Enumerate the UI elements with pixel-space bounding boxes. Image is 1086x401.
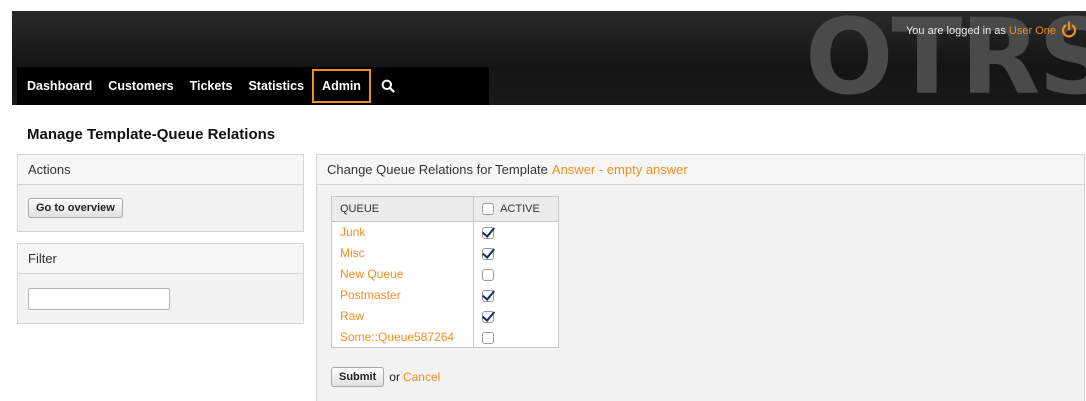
active-checkbox[interactable] [482, 268, 494, 281]
table-row: New Queue [331, 263, 559, 285]
go-to-overview-button[interactable]: Go to overview [28, 198, 123, 218]
queue-link[interactable]: Raw [340, 309, 364, 323]
user-name-link[interactable]: User One [1009, 25, 1056, 37]
nav-dashboard[interactable]: Dashboard [19, 69, 100, 103]
nav-customers[interactable]: Customers [100, 69, 181, 103]
form-actions: Submit or Cancel [331, 367, 440, 387]
active-checkbox[interactable] [482, 310, 494, 323]
queue-link[interactable]: New Queue [340, 267, 403, 281]
nav-search[interactable] [371, 69, 405, 103]
or-label: or [389, 370, 400, 384]
filter-input[interactable] [28, 288, 170, 310]
column-header-queue: QUEUE [331, 196, 474, 222]
queue-relations-table: QUEUE ACTIVE Junk Misc New Queue Postmas… [331, 196, 559, 348]
column-header-active: ACTIVE [473, 196, 559, 222]
relations-heading: Change Queue Relations for Template Answ… [317, 155, 1084, 185]
select-all-active-checkbox[interactable] [482, 203, 494, 216]
actions-title: Actions [18, 155, 303, 185]
submit-button[interactable]: Submit [331, 367, 385, 387]
main-navigation: Dashboard Customers Tickets Statistics A… [17, 67, 489, 105]
filter-box: Filter [17, 243, 304, 324]
template-name-link[interactable]: Answer - empty answer [552, 162, 688, 177]
active-checkbox[interactable] [482, 289, 494, 302]
queue-link[interactable]: Misc [340, 246, 365, 260]
table-row: Raw [331, 305, 559, 327]
nav-statistics[interactable]: Statistics [240, 69, 312, 103]
table-row: Junk [331, 221, 559, 243]
nav-admin[interactable]: Admin [312, 69, 371, 103]
search-icon [381, 79, 395, 93]
queue-link[interactable]: Some::Queue587264 [340, 330, 454, 344]
logout-power-icon[interactable] [1060, 21, 1078, 39]
active-checkbox[interactable] [482, 247, 494, 260]
actions-box: Actions Go to overview [17, 154, 304, 232]
login-prefix: You are logged in as [905, 25, 1009, 37]
cancel-link[interactable]: Cancel [403, 370, 440, 384]
queue-link[interactable]: Junk [340, 225, 365, 239]
table-row: Misc [331, 242, 559, 264]
login-status: You are logged in as User One [906, 25, 1056, 37]
heading-prefix: Change Queue Relations for Template [327, 162, 548, 177]
active-checkbox[interactable] [482, 227, 494, 240]
active-checkbox[interactable] [482, 331, 494, 344]
queue-relations-box: Change Queue Relations for Template Answ… [316, 154, 1085, 401]
column-header-active-label: ACTIVE [500, 202, 540, 215]
nav-tickets[interactable]: Tickets [182, 69, 241, 103]
table-row: Postmaster [331, 284, 559, 306]
header-bar: OTRS You are logged in as User One Dashb… [12, 11, 1086, 105]
queue-link[interactable]: Postmaster [340, 288, 401, 302]
table-row: Some::Queue587264 [331, 326, 559, 348]
filter-title: Filter [18, 244, 303, 274]
page-title: Manage Template-Queue Relations [27, 126, 276, 143]
